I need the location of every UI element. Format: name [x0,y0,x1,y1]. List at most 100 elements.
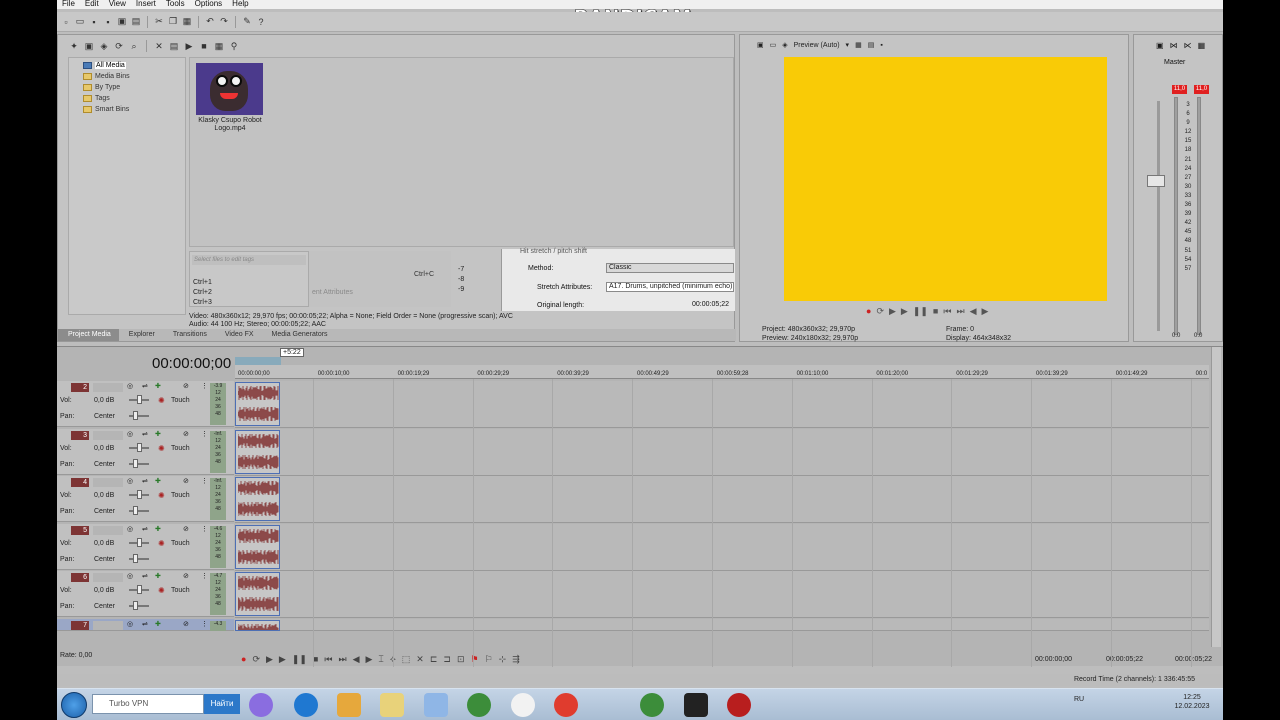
next-frame-icon[interactable]: ▶ [982,306,989,317]
audio-clip[interactable] [235,477,280,521]
new-icon[interactable]: ▫ [60,16,72,28]
track-name-field[interactable] [93,573,123,582]
prev-frame-icon[interactable]: ◀ [353,654,360,665]
vol-slider-thumb[interactable] [137,490,142,499]
vegas-icon[interactable] [684,693,708,717]
loop-region[interactable] [235,357,281,365]
document-icon[interactable] [424,693,448,717]
media-thumbnail[interactable] [196,63,263,115]
automation-icon[interactable]: ✺ [158,539,165,548]
audio-track-header[interactable]: 7 ◎ ⇌ ✚ ⊘ ⋮ -4.3 [57,618,234,631]
menu-tools[interactable]: Tools [161,0,190,9]
fx-icon[interactable]: ⇌ [142,620,148,628]
pan-slider-thumb[interactable] [133,411,138,420]
vol-slider-thumb[interactable] [137,395,142,404]
audio-track-header[interactable]: 3 ◎ ⇌ ✚ ⊘ ⋮ Vol: 0,0 dB ✺ Touch Pan: Cen… [57,428,234,475]
menu-file[interactable]: File [57,0,80,9]
layout-icon[interactable]: ▦ [1198,41,1206,50]
app-icon[interactable] [249,693,273,717]
next-frame-icon[interactable]: ▶ [366,654,373,665]
solo-icon[interactable]: ⊘ [183,620,189,628]
external-monitor-icon[interactable]: ▭ [770,41,777,49]
remove-icon[interactable]: ✕ [153,40,165,52]
undo-icon[interactable]: ↶ [204,16,216,28]
taskbar-search-button[interactable]: Найти [204,694,240,714]
more-icon[interactable]: ⋮ [201,572,208,580]
tab-media-generators[interactable]: Media Generators [262,329,336,341]
more-icon[interactable]: ⋮ [201,430,208,438]
record-icon[interactable]: ● [866,306,871,317]
pan-slider-thumb[interactable] [133,601,138,610]
prev-frame-icon[interactable]: ◀ [970,306,977,317]
audio-clip[interactable] [235,619,280,631]
more-icon[interactable]: ⋮ [201,620,208,628]
audio-clip[interactable] [235,429,280,474]
clock[interactable]: 12:25 12.02.2023 [1167,693,1217,711]
audio-track-header[interactable]: 2 ◎ ⇌ ✚ ⊘ ⋮ Vol: 0,0 dB ✺ Touch Pan: Cen… [57,381,234,427]
track-name-field[interactable] [93,478,123,487]
pan-slider-thumb[interactable] [133,458,138,468]
solo-icon[interactable]: ⊘ [183,430,189,438]
tab-video-fx[interactable]: Video FX [215,329,262,341]
lock-icon[interactable]: ⊡ [457,654,465,665]
audio-track-header[interactable]: 5 ◎ ⇌ ✚ ⊘ ⋮ Vol: 0,0 dB ✺ Touch Pan: Cen… [57,523,234,570]
add-fx-icon[interactable]: ✚ [155,525,161,533]
dim-icon[interactable]: ⋈ [1170,41,1178,50]
automation-mode[interactable]: Touch [171,587,190,594]
mute-icon[interactable]: ⋉ [1184,41,1192,50]
track-lane[interactable] [235,571,1209,618]
audio-clip[interactable] [235,524,280,569]
method-select[interactable]: Classic [606,263,734,273]
timeline-scrollbar[interactable] [1211,347,1221,647]
track-name-field[interactable] [93,620,123,630]
media-fx-icon[interactable]: ▤ [168,40,180,52]
region-icon[interactable]: ⚐ [485,654,493,665]
fx-icon[interactable]: ⇌ [142,382,148,390]
refresh-icon[interactable]: ⟳ [113,40,125,52]
pan-slider[interactable] [129,557,149,560]
automation-mode[interactable]: Touch [171,397,190,404]
copy-snapshot-icon[interactable]: ▤ [868,41,875,49]
solo-icon[interactable]: ⊘ [183,572,189,580]
properties-icon[interactable]: ▤ [130,16,142,28]
solo-icon[interactable]: ⊘ [183,525,189,533]
capture-icon[interactable]: ▣ [83,40,95,52]
paste-icon[interactable]: ▦ [181,16,193,28]
auto-ripple-icon[interactable]: ⇶ [512,654,520,665]
time-ruler[interactable]: 00:00:00;00 00:00:10;00 00:00:19;29 00:00:2… [235,365,1209,379]
mute-icon[interactable]: ◎ [127,382,133,390]
pan-slider-thumb[interactable] [133,553,138,563]
fx-bypass-icon[interactable]: ◈ [782,41,787,49]
record-icon[interactable]: ● [241,654,246,664]
search-media-icon[interactable]: ⌕ [128,40,140,52]
tree-item-tags[interactable]: Tags [83,93,181,104]
loop-icon[interactable]: ⟳ [876,306,884,317]
vol-slider-thumb[interactable] [137,537,142,547]
downmix-icon[interactable]: ▣ [1156,41,1164,50]
automation-mode[interactable]: Touch [171,492,190,499]
snapping-icon[interactable]: ⊹ [499,654,507,665]
fx-icon[interactable]: ⇌ [142,477,148,485]
audio-track-header[interactable]: 4 ◎ ⇌ ✚ ⊘ ⋮ Vol: 0,0 dB ✺ Touch Pan: Cen… [57,476,234,522]
import-icon[interactable]: ✦ [68,40,80,52]
tag-search-input[interactable]: Select files to edit tags [192,255,306,265]
render-icon[interactable]: ▣ [116,16,128,28]
automation-icon[interactable]: ✺ [158,396,165,405]
mute-icon[interactable]: ◎ [127,430,133,438]
media-player-icon[interactable] [337,693,361,717]
pan-slider-thumb[interactable] [133,506,138,515]
chrome-icon[interactable] [467,693,491,717]
solo-icon[interactable]: ⊘ [183,477,189,485]
stop-media-icon[interactable]: ■ [198,40,210,52]
overlays-icon[interactable]: ▦ [855,41,862,49]
vol-slider-thumb[interactable] [137,442,142,452]
normal-edit-tool-icon[interactable]: ⌶ [378,654,383,665]
more-icon[interactable]: ⋮ [201,382,208,390]
tree-item-by-type[interactable]: By Type [83,82,181,93]
track-lane[interactable] [235,618,1209,631]
menu-insert[interactable]: Insert [131,0,161,9]
copy-icon[interactable]: ❐ [167,16,179,28]
automation-mode[interactable]: Touch [171,445,190,452]
chrome-icon[interactable] [640,693,664,717]
track-name-field[interactable] [93,383,123,392]
